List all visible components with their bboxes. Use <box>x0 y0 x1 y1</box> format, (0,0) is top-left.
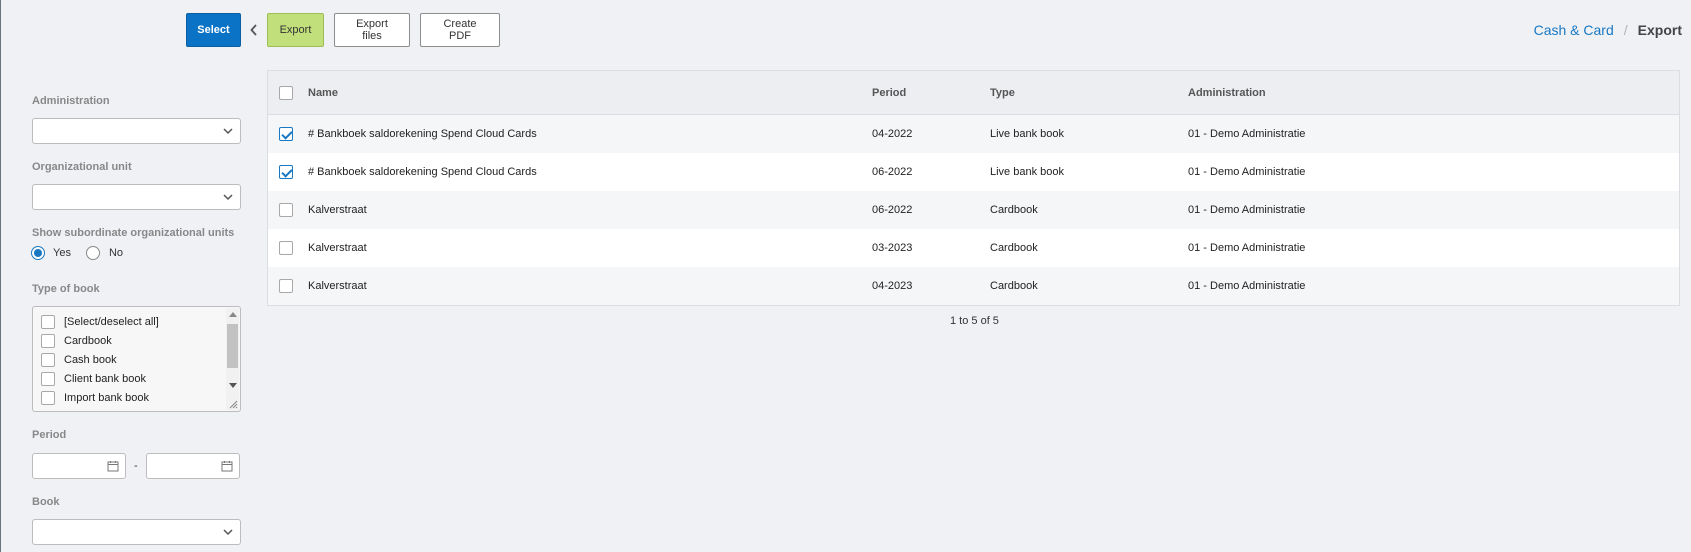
period-to-input[interactable] <box>146 453 240 479</box>
type-of-book-listbox[interactable]: [Select/deselect all] Cardbook Cash book Cl… <box>32 306 241 412</box>
period-separator: - <box>134 460 138 472</box>
column-type-header[interactable]: Type <box>990 87 1188 99</box>
book-type-label: Client bank book <box>64 372 146 385</box>
row-checkbox[interactable] <box>279 241 293 255</box>
cell-name: Kalverstraat <box>308 280 367 292</box>
export-files-button[interactable]: Export files <box>334 13 410 47</box>
table-header: Name Period Type Administration <box>268 71 1679 115</box>
cell-administration: 01 - Demo Administratie <box>1188 242 1306 254</box>
book-label: Book <box>32 496 60 508</box>
type-of-book-label: Type of book <box>32 283 100 295</box>
book-type-checkbox[interactable] <box>41 390 55 405</box>
create-pdf-button[interactable]: Create PDF <box>420 13 500 47</box>
cell-administration: 01 - Demo Administratie <box>1188 280 1306 292</box>
subordinate-no-radio[interactable] <box>85 246 100 260</box>
cell-name: # Bankboek saldorekening Spend Cloud Car… <box>308 128 537 140</box>
chevron-down-icon <box>223 194 233 201</box>
book-type-checkbox[interactable] <box>41 314 55 329</box>
column-period-header[interactable]: Period <box>872 87 990 99</box>
cell-period: 03-2023 <box>872 242 913 254</box>
book-type-option[interactable]: Cardbook <box>33 331 240 350</box>
book-type-label: Cardbook <box>64 334 112 347</box>
cell-type: Cardbook <box>990 204 1038 216</box>
listbox-scrollbar[interactable] <box>226 308 239 410</box>
scroll-thumb[interactable] <box>227 324 238 368</box>
cell-administration: 01 - Demo Administratie <box>1188 166 1306 178</box>
chevron-down-icon <box>223 128 233 135</box>
book-type-checkbox[interactable] <box>41 352 55 367</box>
cell-name: # Bankboek saldorekening Spend Cloud Car… <box>308 166 537 178</box>
period-label: Period <box>32 429 67 441</box>
resize-grip-icon[interactable] <box>228 399 238 409</box>
type-of-book-items: [Select/deselect all] Cardbook Cash book Cl… <box>33 307 240 407</box>
page-title: Export <box>1637 22 1682 38</box>
administration-label: Administration <box>32 95 110 107</box>
breadcrumb-cash-card-link[interactable]: Cash & Card <box>1534 22 1614 38</box>
subordinate-no-label: No <box>108 247 124 259</box>
column-name-header[interactable]: Name <box>308 87 872 99</box>
subordinate-yes-label: Yes <box>53 247 71 259</box>
cell-period: 06-2022 <box>872 166 913 178</box>
cell-type: Live bank book <box>990 128 1064 140</box>
cell-period: 04-2022 <box>872 128 913 140</box>
breadcrumb: Cash & Card / Export <box>1534 22 1682 38</box>
table-body: # Bankboek saldorekening Spend Cloud Car… <box>268 115 1679 305</box>
subordinate-units-label: Show subordinate organizational units <box>32 227 235 239</box>
book-type-option[interactable]: Client bank book <box>33 369 240 388</box>
calendar-icon[interactable] <box>221 460 233 472</box>
cell-type: Cardbook <box>990 280 1038 292</box>
window-edge <box>0 0 1 552</box>
book-type-checkbox[interactable] <box>41 333 55 348</box>
book-type-option[interactable]: Cash book <box>33 350 240 369</box>
table-row[interactable]: Kalverstraat 06-2022 Cardbook 01 - Demo Adm… <box>268 191 1679 229</box>
pagination-info: 1 to 5 of 5 <box>950 315 999 327</box>
cell-period: 04-2023 <box>872 280 913 292</box>
cell-period: 06-2022 <box>872 204 913 216</box>
cell-type: Cardbook <box>990 242 1038 254</box>
book-type-option[interactable]: Import bank book <box>33 388 240 407</box>
chevron-down-icon <box>223 529 233 536</box>
row-checkbox[interactable] <box>279 127 293 141</box>
book-select[interactable] <box>32 519 241 545</box>
subordinate-yes-radio[interactable] <box>31 246 45 260</box>
cell-administration: 01 - Demo Administratie <box>1188 128 1306 140</box>
table-row[interactable]: Kalverstraat 04-2023 Cardbook 01 - Demo Adm… <box>268 267 1679 305</box>
subordinate-units-radio-group: Yes No <box>31 246 123 260</box>
chevron-left-icon[interactable] <box>248 22 260 38</box>
administration-select[interactable] <box>32 118 241 144</box>
scroll-down-arrow-icon[interactable] <box>229 383 237 388</box>
row-checkbox[interactable] <box>279 203 293 217</box>
book-type-label: Import bank book <box>64 391 149 404</box>
row-checkbox[interactable] <box>279 165 293 179</box>
cell-name: Kalverstraat <box>308 204 367 216</box>
book-type-option[interactable]: [Select/deselect all] <box>33 312 240 331</box>
scroll-up-arrow-icon[interactable] <box>229 312 237 317</box>
book-type-label: [Select/deselect all] <box>64 315 159 328</box>
org-unit-select[interactable] <box>32 184 241 210</box>
book-type-checkbox[interactable] <box>41 371 55 386</box>
table-row[interactable]: # Bankboek saldorekening Spend Cloud Car… <box>268 115 1679 153</box>
cell-type: Live bank book <box>990 166 1064 178</box>
period-from-input[interactable] <box>32 453 126 479</box>
export-button[interactable]: Export <box>267 13 324 47</box>
select-all-checkbox[interactable] <box>279 85 293 100</box>
cell-name: Kalverstraat <box>308 242 367 254</box>
select-button[interactable]: Select <box>186 13 241 47</box>
breadcrumb-separator: / <box>1623 22 1628 38</box>
column-administration-header[interactable]: Administration <box>1188 87 1679 99</box>
book-type-label: Cash book <box>64 353 117 366</box>
books-table: Name Period Type Administration # Bankbo… <box>267 70 1680 306</box>
table-row[interactable]: # Bankboek saldorekening Spend Cloud Car… <box>268 153 1679 191</box>
cell-administration: 01 - Demo Administratie <box>1188 204 1306 216</box>
calendar-icon[interactable] <box>107 460 119 472</box>
table-row[interactable]: Kalverstraat 03-2023 Cardbook 01 - Demo Adm… <box>268 229 1679 267</box>
org-unit-label: Organizational unit <box>32 161 132 173</box>
row-checkbox[interactable] <box>279 279 293 293</box>
